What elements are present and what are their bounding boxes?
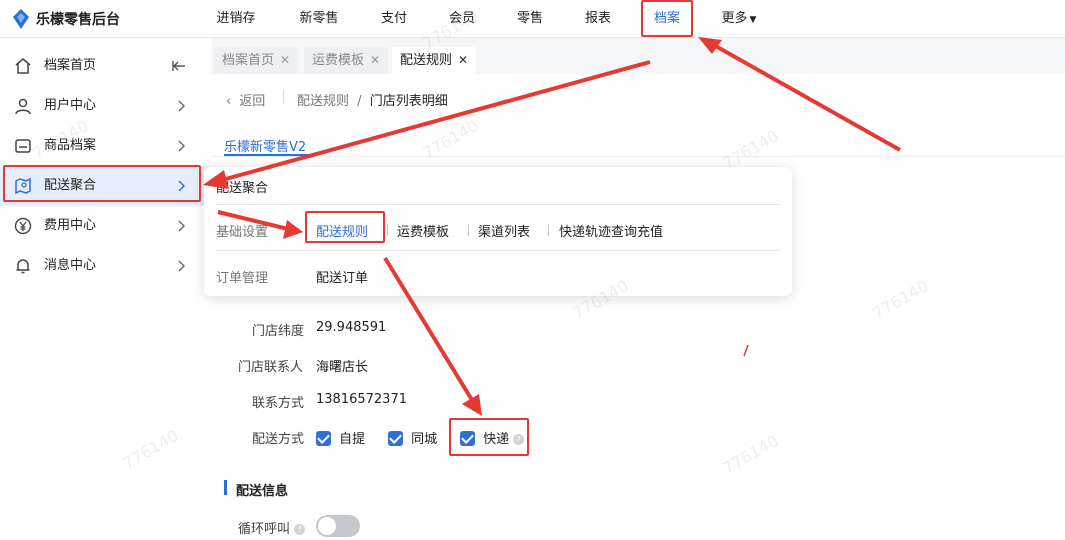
- help-icon[interactable]: ?: [513, 434, 525, 445]
- sidebar-item-label: 费用中心: [44, 218, 97, 233]
- latitude-label: 门店纬度: [252, 324, 305, 339]
- checkbox-label: 同城: [411, 432, 438, 447]
- popup-link-delivery-orders[interactable]: 配送订单: [316, 267, 368, 286]
- checkbox-same-city[interactable]: 同城: [388, 428, 437, 447]
- close-icon[interactable]: ✕: [370, 53, 380, 67]
- store-tab[interactable]: 乐檬新零售V2: [224, 136, 306, 155]
- close-icon[interactable]: ✕: [458, 53, 468, 67]
- nav-new-retail[interactable]: 新零售: [283, 0, 355, 38]
- bell-icon: [16, 259, 30, 274]
- breadcrumb-separator: /: [357, 94, 362, 109]
- loop-call-toggle[interactable]: [316, 515, 360, 537]
- popup-link-channel-list[interactable]: 渠道列表: [478, 221, 530, 240]
- breadcrumb: 配送规则 / 门店列表明细: [297, 90, 448, 109]
- latitude-value: 29.948591: [316, 320, 387, 335]
- main-content: ‹ 返回 配送规则 / 门店列表明细 乐檬新零售V2 门店纬度 29.948591…: [212, 74, 1065, 540]
- link-separator: [468, 224, 469, 236]
- sidebar-item-label: 商品档案: [44, 138, 97, 153]
- back-link[interactable]: ‹ 返回: [226, 90, 265, 109]
- chevron-left-icon: ‹: [226, 94, 232, 109]
- contact-value: 海曙店长: [316, 360, 369, 375]
- popup-divider: [216, 250, 780, 251]
- link-separator: [387, 224, 388, 236]
- tab-label: 运费模板: [312, 53, 365, 68]
- close-icon[interactable]: ✕: [280, 53, 290, 67]
- caret-down-icon: ▼: [749, 15, 757, 25]
- popup-link-express-tracking-recharge[interactable]: 快递轨迹查询充值: [559, 221, 663, 240]
- popup-group-basic-settings: 基础设置: [216, 225, 269, 240]
- tab-archive-home[interactable]: 档案首页 ✕: [214, 47, 299, 74]
- checkbox-checked-icon: [388, 431, 403, 446]
- sidebar-item-user-center[interactable]: 用户中心: [0, 86, 212, 126]
- annotation-arrowhead: [698, 37, 722, 54]
- chevron-right-icon: [178, 140, 185, 152]
- popup-title: 配送聚合: [216, 181, 269, 196]
- nav-more[interactable]: 更多 ▼: [708, 0, 770, 38]
- chevron-right-icon: [178, 100, 185, 112]
- tab-label: 档案首页: [222, 53, 275, 68]
- sidebar-item-archive-home[interactable]: 档案首页: [0, 46, 212, 86]
- contact-label: 门店联系人: [238, 360, 304, 375]
- checkbox-checked-icon: [460, 431, 475, 446]
- nav-retail[interactable]: 零售: [494, 0, 566, 38]
- sidebar-item-fee-center[interactable]: 费用中心: [0, 206, 212, 246]
- top-bar: 乐檬零售后台 进销存 新零售 支付 会员 零售 报表 档案 更多 ▼: [0, 0, 1065, 38]
- tab-delivery-rules[interactable]: 配送规则 ✕: [392, 47, 477, 74]
- home-icon: [15, 58, 31, 74]
- checkbox-checked-icon: [316, 431, 331, 446]
- sidebar-item-label: 档案首页: [44, 58, 97, 73]
- breadcrumb-parent[interactable]: 配送规则: [297, 94, 349, 109]
- nav-archives[interactable]: 档案: [642, 0, 692, 38]
- collapse-icon[interactable]: [172, 59, 186, 73]
- nav-reports[interactable]: 报表: [562, 0, 634, 38]
- sidebar-item-product-archive[interactable]: 商品档案: [0, 126, 212, 166]
- popup-link-freight-template[interactable]: 运费模板: [397, 221, 449, 240]
- sidebar-item-delivery-aggregation[interactable]: 配送聚合: [0, 166, 212, 206]
- tab-label: 配送规则: [400, 53, 453, 68]
- nav-jinxiaocun[interactable]: 进销存: [200, 0, 272, 38]
- tab-divider: [212, 156, 1065, 157]
- back-label: 返回: [239, 94, 266, 109]
- sidebar-item-label: 配送聚合: [44, 178, 97, 193]
- section-marker: [224, 480, 227, 495]
- brand[interactable]: 乐檬零售后台: [12, 8, 120, 30]
- loop-call-label-text: 循环呼叫: [238, 522, 291, 537]
- section-title-delivery-info: 配送信息: [236, 484, 289, 499]
- brand-logo-icon: [13, 9, 29, 29]
- sidebar-item-label: 消息中心: [44, 258, 97, 273]
- user-icon: [15, 98, 31, 115]
- sidebar-item-message-center[interactable]: 消息中心: [0, 246, 212, 286]
- popup-group-order-management: 订单管理: [216, 271, 269, 286]
- nav-member[interactable]: 会员: [426, 0, 498, 38]
- delivery-aggregation-popup: 配送聚合 基础设置 配送规则 运费模板 渠道列表 快递轨迹查询充值 订单管理 配…: [204, 167, 792, 296]
- product-icon: [15, 139, 31, 153]
- popup-link-delivery-rules[interactable]: 配送规则: [316, 221, 368, 240]
- checkbox-label: 自提: [339, 432, 366, 447]
- checkbox-pickup[interactable]: 自提: [316, 428, 365, 447]
- sidebar: 档案首页 用户中心 商品档案 配送聚合 费用中心 消息中心: [0, 38, 212, 540]
- nav-more-label: 更多: [721, 11, 748, 26]
- brand-name: 乐檬零售后台: [36, 12, 120, 28]
- nav-payment[interactable]: 支付: [358, 0, 430, 38]
- phone-value: 13816572371: [316, 392, 407, 407]
- chevron-right-icon: [178, 260, 185, 272]
- breadcrumb-current: 门店列表明细: [369, 94, 448, 109]
- phone-label: 联系方式: [252, 396, 305, 411]
- map-icon: [15, 177, 31, 195]
- sidebar-item-label: 用户中心: [44, 98, 97, 113]
- link-separator: [548, 224, 549, 236]
- checkbox-express[interactable]: 快递 ?: [460, 428, 525, 447]
- loop-call-label: 循环呼叫 ?: [238, 518, 306, 537]
- tab-freight-template[interactable]: 运费模板 ✕: [304, 47, 389, 74]
- help-icon[interactable]: ?: [294, 524, 306, 535]
- yen-icon: [14, 217, 32, 235]
- breadcrumb-divider: [283, 90, 284, 104]
- chevron-right-icon: [178, 220, 185, 232]
- popup-divider: [216, 204, 780, 205]
- checkbox-label: 快递: [483, 432, 510, 447]
- chevron-right-icon: [178, 180, 185, 192]
- delivery-method-label: 配送方式: [252, 432, 305, 447]
